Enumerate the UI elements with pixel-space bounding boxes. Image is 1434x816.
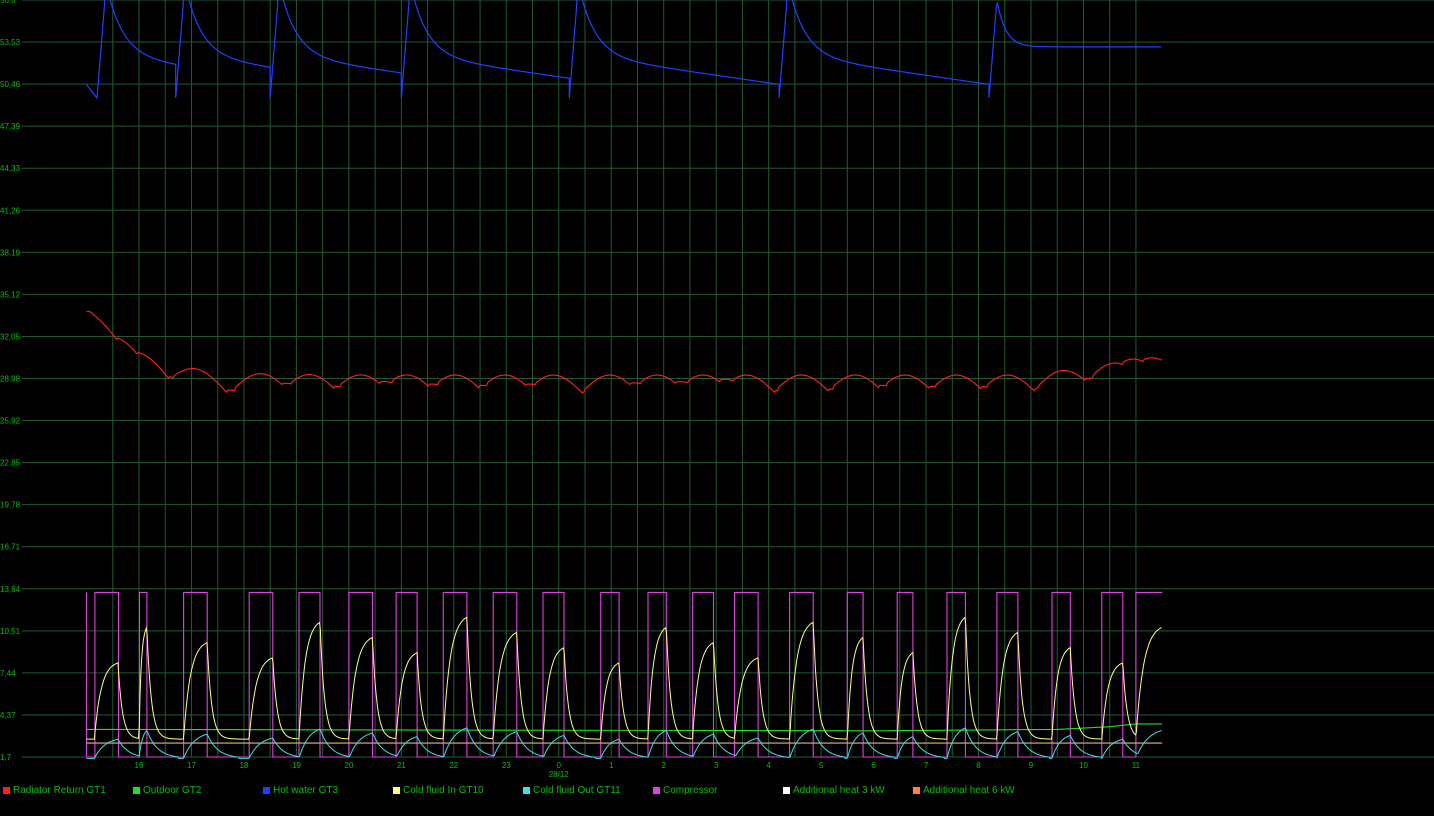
x-tick-label: 22	[449, 761, 458, 770]
legend-item: Outdoor GT2	[130, 783, 201, 797]
y-tick-label: 47,39	[0, 122, 21, 131]
legend-swatch	[913, 786, 920, 794]
series-radiator-return-gt1	[86, 311, 1162, 394]
y-tick-label: 56,6	[0, 0, 16, 5]
legend-swatch	[3, 786, 10, 794]
y-tick-label: 53,53	[0, 38, 21, 47]
y-tick-label: 19,78	[0, 501, 21, 510]
y-tick-label: 44,33	[0, 164, 21, 173]
y-tick-label: 41,26	[0, 206, 21, 215]
legend-label: Compressor	[663, 784, 718, 796]
y-tick-label: 13,64	[0, 585, 21, 594]
x-date-label: 28/12	[549, 770, 570, 779]
y-tick-label: 22,85	[0, 459, 21, 468]
y-tick-label: 10,51	[0, 627, 21, 636]
legend-label: Additional heat 6 kW	[923, 784, 1015, 796]
y-tick-label: 28,98	[0, 375, 21, 384]
x-tick-label: 2	[661, 761, 666, 770]
legend-label: Cold fluid In GT10	[403, 784, 484, 796]
legend-swatch	[653, 786, 660, 794]
chart-canvas: 1,7 4,37 7,44 10,51 13,64 16,71 19,78 22,85 25,9…	[0, 0, 1434, 779]
x-tick-label: 11	[1132, 761, 1141, 770]
y-tick-label: 35,12	[0, 290, 21, 299]
x-tick-label: 18	[239, 761, 248, 770]
legend-item: Additional heat 6 kW	[910, 783, 1015, 797]
series-hot-water-gt3	[86, 0, 1162, 100]
x-tick-label: 19	[292, 761, 301, 770]
legend-item: Cold fluid Out GT11	[520, 783, 621, 797]
x-tick-label: 16	[135, 761, 144, 770]
legend-label: Additional heat 3 kW	[793, 784, 885, 796]
series-compressor	[85, 591, 1163, 758]
x-tick-label: 3	[714, 761, 719, 770]
legend-label: Outdoor GT2	[143, 784, 202, 796]
legend-label: Hot water GT3	[273, 784, 339, 796]
legend-swatch	[783, 786, 790, 794]
legend-item: Cold fluid In GT10	[390, 783, 484, 797]
y-tick-label: 16,71	[0, 543, 21, 552]
x-tick-label: 17	[187, 761, 196, 770]
series-outdoor-gt2	[86, 723, 1163, 732]
y-tick-label: 38,19	[0, 248, 21, 257]
legend-swatch	[263, 786, 270, 794]
x-tick-label: 5	[819, 761, 824, 770]
y-tick-label: 25,92	[0, 417, 21, 426]
legend-swatch	[393, 786, 400, 794]
legend-item: Hot water GT3	[260, 783, 338, 797]
y-tick-label: 4,37	[0, 711, 16, 720]
legend-item: Compressor	[650, 783, 717, 797]
x-tick-label: 23	[502, 761, 511, 770]
y-tick-label: 32,05	[0, 332, 21, 341]
legend-item: Additional heat 3 kW	[780, 783, 885, 797]
x-tick-label: 20	[344, 761, 353, 770]
chart-legend: Radiator Return GT1 Outdoor GT2 Hot water …	[0, 783, 1434, 797]
legend-item: Radiator Return GT1	[0, 783, 106, 797]
y-tick-label: 1,7	[0, 753, 12, 762]
legend-swatch	[523, 786, 530, 794]
x-tick-label: 0	[557, 761, 562, 770]
legend-label: Radiator Return GT1	[13, 784, 106, 796]
y-tick-label: 50,46	[0, 80, 21, 89]
x-tick-label: 9	[1029, 761, 1034, 770]
x-tick-label: 1	[609, 761, 614, 770]
series-cold-fluid-in-gt10	[86, 616, 1162, 740]
legend-label: Cold fluid Out GT11	[533, 784, 621, 796]
x-tick-label: 10	[1079, 761, 1088, 770]
y-tick-label: 7,44	[0, 669, 16, 678]
x-tick-label: 21	[397, 761, 406, 770]
x-tick-label: 7	[924, 761, 929, 770]
legend-swatch	[133, 786, 140, 794]
x-tick-label: 6	[871, 761, 876, 770]
x-tick-label: 4	[766, 761, 771, 770]
x-tick-label: 8	[976, 761, 981, 770]
